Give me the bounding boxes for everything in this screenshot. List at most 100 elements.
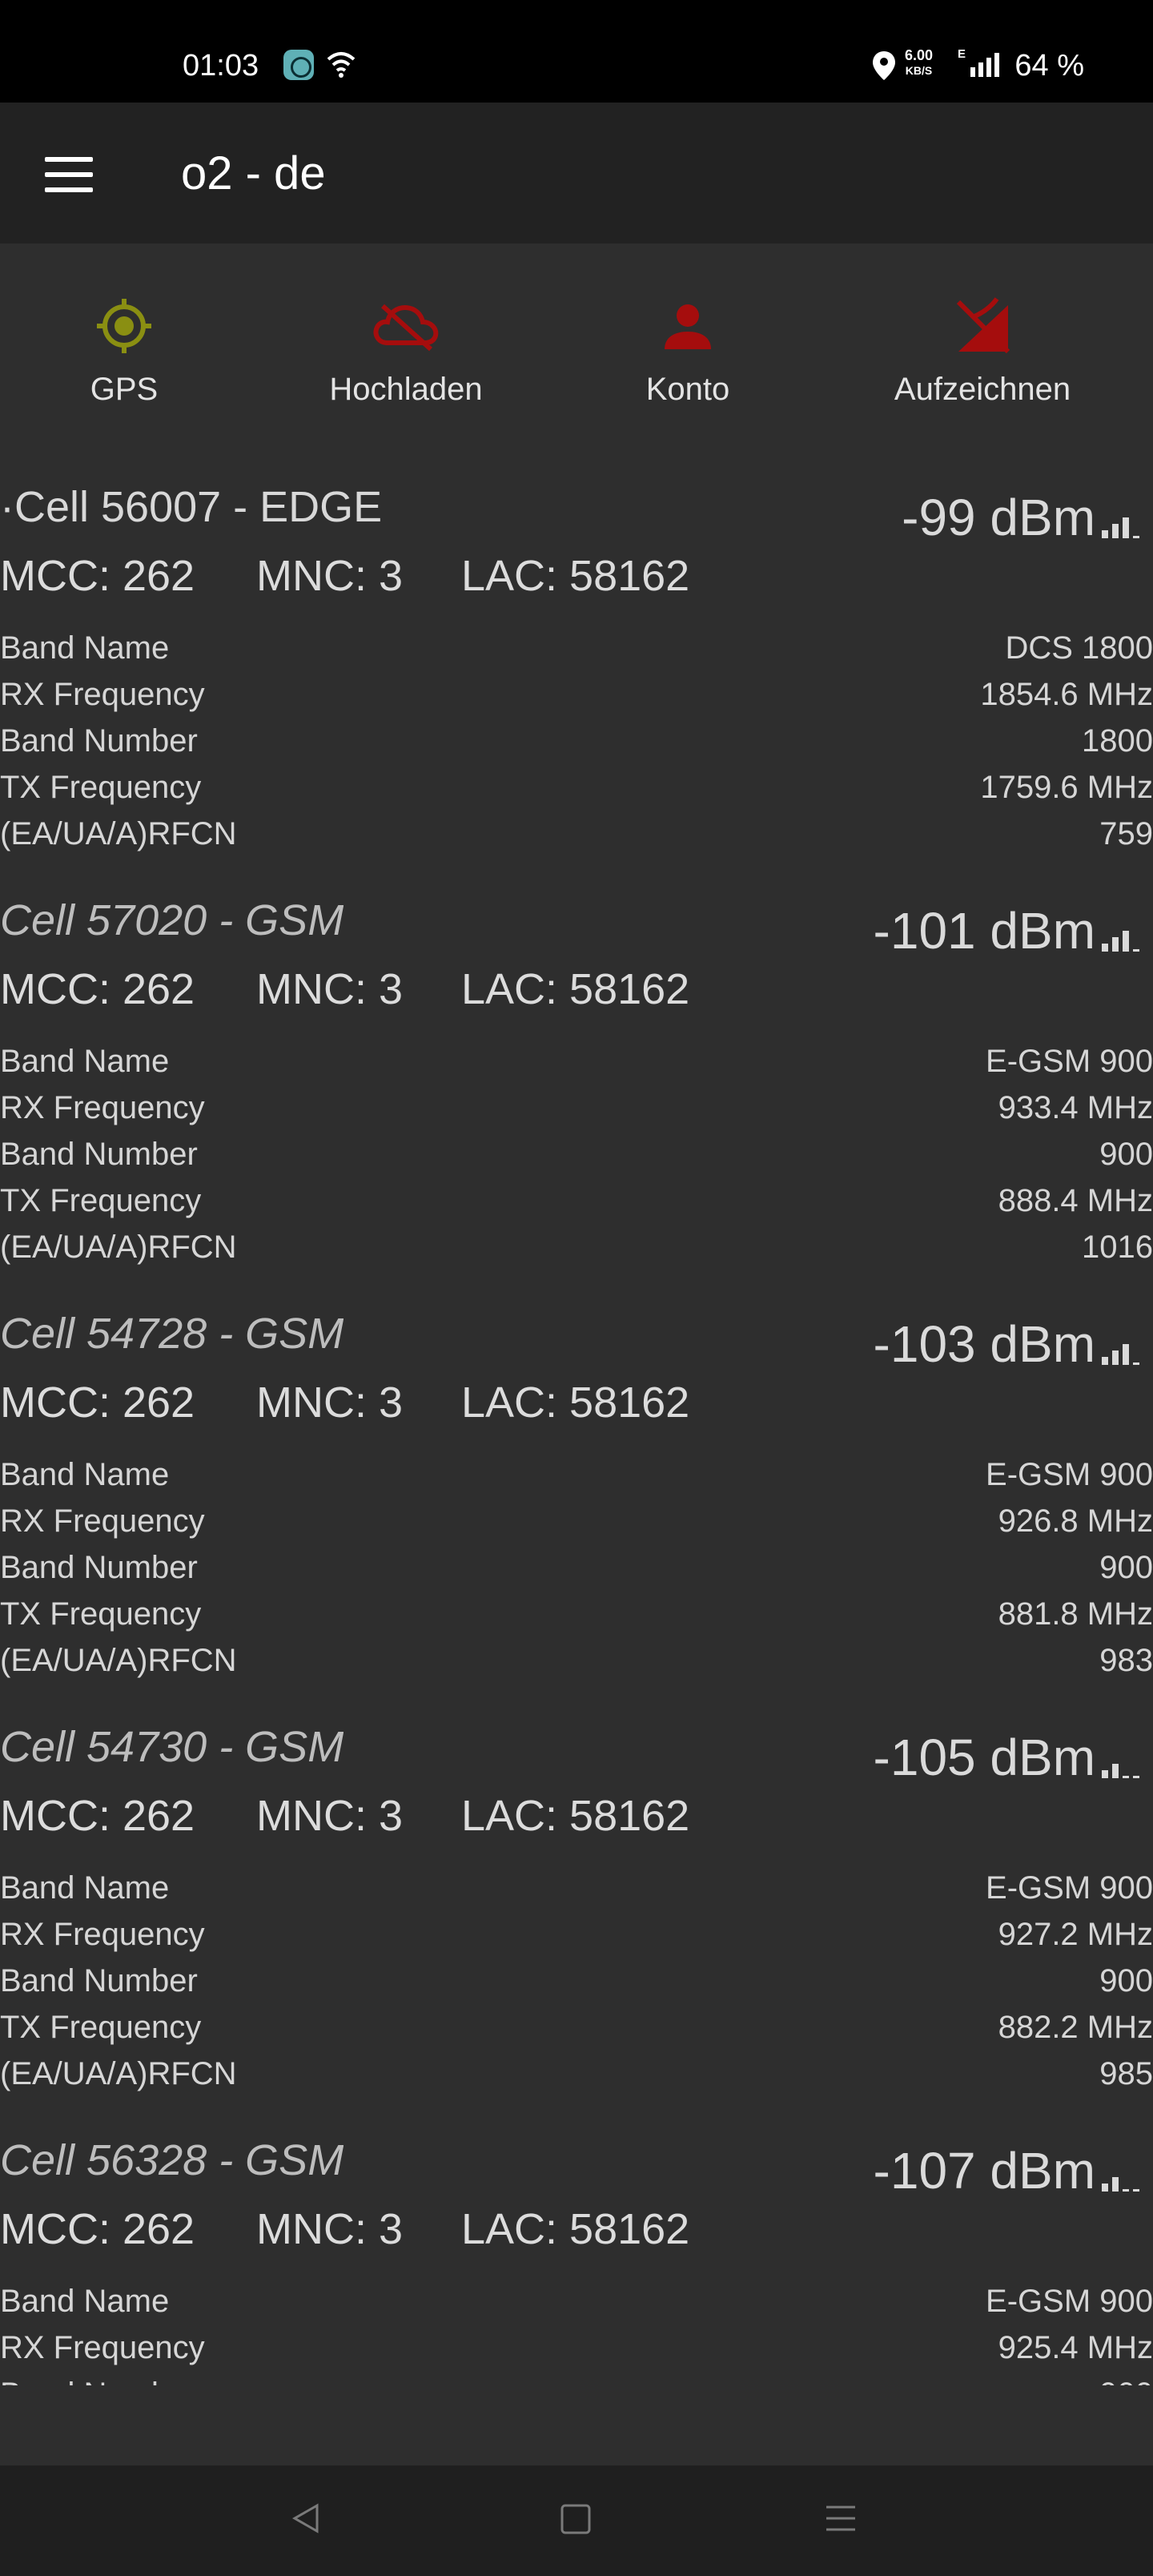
signal-strength: -105 dBm (874, 1727, 1145, 1788)
status-bar: 01:03 6.00 KB/S E 64 % (0, 0, 1153, 103)
row-label: Band Name (0, 630, 170, 666)
lac-value: LAC: 58162 (461, 1379, 690, 1427)
row-value: 983 (1099, 1643, 1153, 1678)
signal-bar-inactive (1123, 1776, 1129, 1778)
cell-title: Cell 56328 - GSM (0, 2136, 344, 2184)
gps-button[interactable]: GPS (4, 290, 244, 408)
cell-card[interactable]: Cell 57020 - GSM -101 dBm MCC: 262 MNC: 3 LA… (0, 894, 1153, 1307)
location-icon (871, 50, 897, 86)
back-icon[interactable] (285, 2494, 327, 2546)
cell-card[interactable]: Cell 54730 - GSM -105 dBm MCC: 262 MNC: 3 LA… (0, 1721, 1153, 2134)
record-button[interactable]: Aufzeichnen (862, 290, 1103, 408)
record-label: Aufzeichnen (894, 372, 1071, 407)
signal-strength: -101 dBm (874, 900, 1145, 961)
signal-bars-icon (1102, 517, 1139, 538)
cell-card[interactable]: Cell 56328 - GSM -107 dBm MCC: 262 MNC: 3 LA… (0, 2134, 1153, 2385)
cell-title: Cell 54730 - GSM (0, 1723, 344, 1771)
row-label: Band Number (0, 723, 198, 759)
signal-strength: -99 dBm (902, 487, 1145, 548)
signal-dbm: -99 dBm (902, 489, 1095, 546)
row-label: TX Frequency (0, 2010, 202, 2045)
row-label: RX Frequency (0, 677, 205, 712)
row-value: E-GSM 900 (986, 2284, 1153, 2319)
cell-title: Cell 57020 - GSM (0, 896, 344, 944)
row-label: TX Frequency (0, 1183, 202, 1218)
mnc-value: MNC: 3 (256, 552, 404, 600)
mcc-value: MCC: 262 (0, 2205, 195, 2253)
network-speed: 6.00 KB/S (905, 48, 933, 78)
signal-bar-active (1123, 1344, 1129, 1365)
cell-card[interactable]: ·Cell 56007 - EDGE -99 dBm MCC: 262 MNC: 3 L… (0, 481, 1153, 894)
row-label: TX Frequency (0, 1596, 202, 1632)
mnc-value: MNC: 3 (256, 2205, 404, 2253)
row-value: 1759.6 MHz (980, 770, 1153, 805)
row-label: RX Frequency (0, 1090, 205, 1125)
signal-bar-active (1123, 931, 1129, 952)
signal-bars-icon (1102, 1764, 1139, 1778)
row-value: 900 (1099, 2371, 1153, 2385)
signal-bar-active (1102, 530, 1108, 538)
account-icon (568, 290, 808, 362)
row-value: 985 (1099, 2056, 1153, 2091)
row-label: RX Frequency (0, 1917, 205, 1952)
signal-bar-active (1123, 517, 1129, 538)
signal-bar-active (1112, 937, 1119, 952)
navigation-bar (0, 2465, 1153, 2576)
cell-title: ·Cell 56007 - EDGE (0, 483, 383, 531)
home-icon[interactable] (556, 2494, 597, 2546)
row-value: 881.8 MHz (998, 1596, 1153, 1632)
action-bar: GPS Hochladen Konto Aufzeichnen (0, 244, 1153, 460)
signal-bar-inactive (1133, 949, 1139, 952)
mcc-value: MCC: 262 (0, 552, 195, 600)
row-label: Band Name (0, 1457, 170, 1492)
page-title: o2 - de (181, 147, 326, 199)
cell-card[interactable]: Cell 54728 - GSM -103 dBm MCC: 262 MNC: 3 LA… (0, 1307, 1153, 1721)
row-value: 900 (1099, 1137, 1153, 1172)
lac-value: LAC: 58162 (461, 1792, 690, 1840)
list-bottom-padding (0, 2385, 1153, 2465)
signal-bar-active (1112, 2177, 1119, 2192)
signal-bar-inactive (1123, 2189, 1129, 2192)
upload-button[interactable]: Hochladen (286, 290, 526, 408)
account-label: Konto (645, 372, 730, 407)
wifi-icon (325, 48, 357, 84)
menu-icon[interactable] (45, 157, 93, 192)
row-label: Band Number (0, 1550, 198, 1585)
signal-bar-active (1112, 524, 1119, 538)
row-label: Band Name (0, 1044, 170, 1079)
app-icon (283, 50, 314, 80)
row-value: 1854.6 MHz (980, 677, 1153, 712)
row-value: 1016 (1082, 1230, 1153, 1265)
gps-label: GPS (90, 372, 159, 407)
row-value: 927.2 MHz (998, 1917, 1153, 1952)
mnc-value: MNC: 3 (256, 965, 404, 1013)
account-button[interactable]: Konto (568, 290, 808, 408)
signal-dbm: -101 dBm (873, 902, 1095, 960)
mcc-value: MCC: 262 (0, 1379, 195, 1427)
row-value: DCS 1800 (1005, 630, 1153, 666)
signal-bars-icon (1102, 931, 1139, 952)
signal-bar-active (1102, 944, 1108, 952)
row-label: TX Frequency (0, 770, 202, 805)
record-off-icon (862, 290, 1103, 362)
lac-value: LAC: 58162 (461, 2205, 690, 2253)
cell-title: Cell 54728 - GSM (0, 1310, 344, 1358)
signal-bar-active (1102, 2184, 1108, 2192)
row-value: 1800 (1082, 723, 1153, 759)
signal-bars-icon (1102, 1344, 1139, 1365)
signal-bar-inactive (1133, 1776, 1139, 1778)
recents-icon[interactable] (820, 2494, 862, 2546)
row-label: (EA/UA/A)RFCN (0, 1643, 237, 1678)
signal-bar-inactive (1133, 1362, 1139, 1365)
network-type: E (958, 47, 966, 61)
row-label: (EA/UA/A)RFCN (0, 1230, 237, 1265)
row-label: (EA/UA/A)RFCN (0, 2056, 237, 2091)
row-label: Band Name (0, 1870, 170, 1906)
signal-icon (969, 51, 1001, 83)
signal-strength: -103 dBm (874, 1314, 1145, 1375)
row-label: Band Name (0, 2284, 170, 2319)
status-time: 01:03 (183, 49, 259, 83)
mcc-value: MCC: 262 (0, 965, 195, 1013)
network-speed-value: 6.00 (905, 47, 934, 63)
mnc-value: MNC: 3 (256, 1379, 404, 1427)
